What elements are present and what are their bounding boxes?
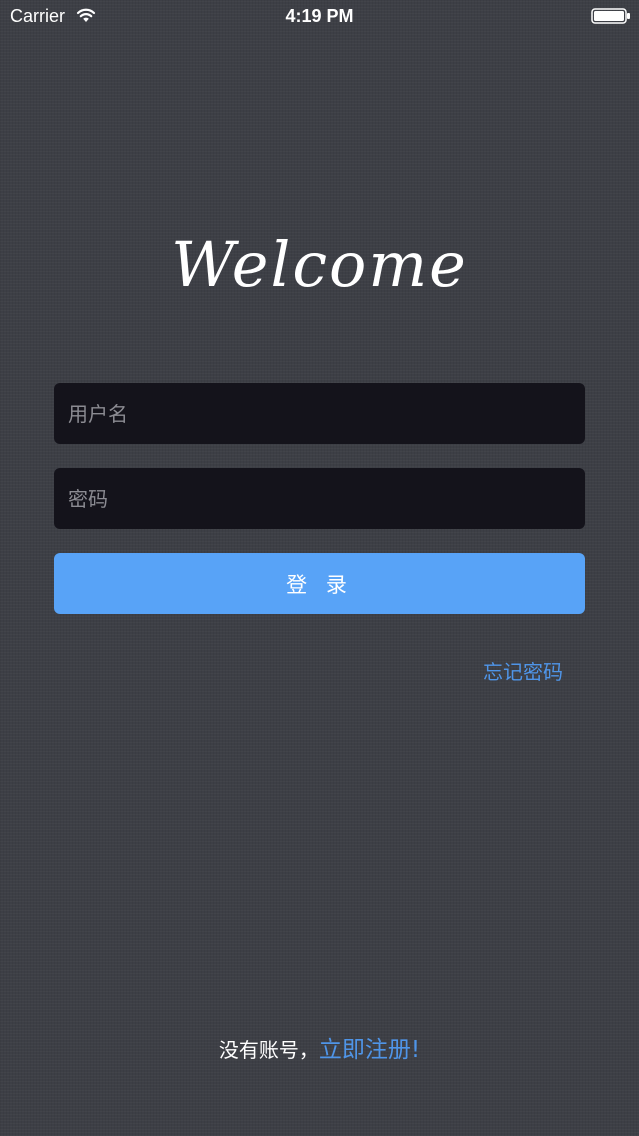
status-time: 4:19 PM xyxy=(285,6,354,26)
password-field[interactable] xyxy=(54,468,585,529)
register-row: 没有账号，立即注册! xyxy=(0,1030,639,1064)
battery-icon xyxy=(591,8,630,24)
no-account-text: 没有账号， xyxy=(218,1038,319,1062)
register-link[interactable]: 立即注册! xyxy=(319,1037,420,1063)
login-button[interactable]: 登 录 xyxy=(54,553,585,614)
password-input[interactable] xyxy=(66,485,573,512)
status-bar: Carrier 4:19 PM xyxy=(0,0,639,34)
forgot-password-link[interactable]: 忘记密码 xyxy=(483,656,563,685)
username-input[interactable] xyxy=(66,400,573,427)
username-field[interactable] xyxy=(54,383,585,444)
welcome-title: Welcome xyxy=(171,228,468,301)
